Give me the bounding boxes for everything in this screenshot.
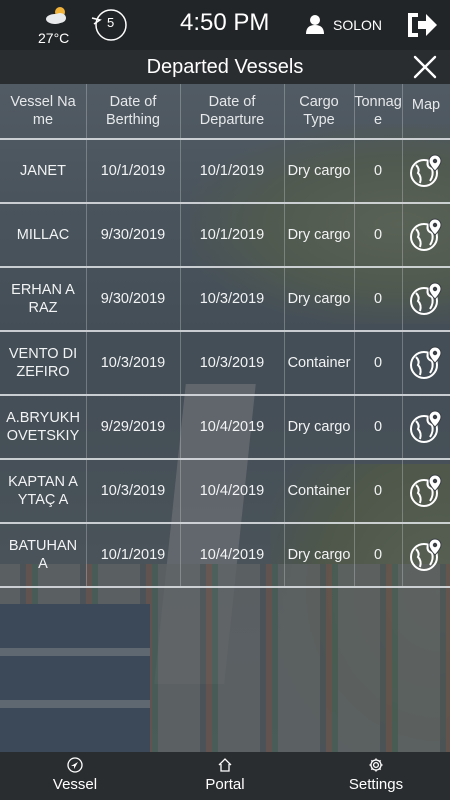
nav-settings[interactable]: Settings [321, 752, 431, 800]
cargo-type: Dry cargo [287, 227, 351, 243]
vessel-name: MILLAC [16, 227, 70, 243]
tonnage: 0 [373, 419, 383, 435]
vessel-name: A.BRYUKHOVETSKIY [6, 410, 80, 444]
map-button[interactable] [402, 524, 450, 586]
map-button[interactable] [402, 332, 450, 394]
table-row[interactable]: VENTO DI ZEFIRO 10/3/2019 10/3/2019 Contain… [0, 332, 450, 396]
title-bar: Departed Vessels [0, 50, 450, 84]
globe-pin-icon [410, 346, 442, 379]
berthing-date: 9/30/2019 [100, 227, 166, 243]
globe-pin-icon [410, 474, 442, 507]
vessel-name: ERHAN ARAZ [11, 282, 75, 316]
column-header-tonnage[interactable]: Tonnage [354, 84, 402, 138]
globe-pin-icon [410, 218, 442, 251]
table-row[interactable]: A.BRYUKHOVETSKIY 9/29/2019 10/4/2019 Dry ca… [0, 396, 450, 460]
nav-portal[interactable]: Portal [170, 752, 280, 800]
map-button[interactable] [402, 268, 450, 330]
departed-vessels-table: Vessel Name Date of Berthing Date of Dep… [0, 84, 450, 588]
tonnage: 0 [373, 355, 383, 371]
berthing-date: 9/29/2019 [100, 419, 166, 435]
bottom-navigation: Vessel Portal Settings [0, 752, 450, 800]
vessel-name: BATUHAN A [8, 538, 78, 572]
temperature: 27°C [38, 30, 70, 46]
table-row[interactable]: MILLAC 9/30/2019 10/1/2019 Dry cargo 0 [0, 204, 450, 268]
table-row[interactable]: JANET 10/1/2019 10/1/2019 Dry cargo 0 [0, 140, 450, 204]
gear-icon [369, 758, 383, 772]
departure-date: 10/3/2019 [199, 355, 265, 371]
table-header: Vessel Name Date of Berthing Date of Dep… [0, 84, 450, 140]
home-icon [218, 758, 232, 772]
vessel-name: VENTO DI ZEFIRO [8, 346, 78, 380]
username: SOLON [333, 17, 383, 33]
cargo-type: Container [287, 355, 351, 371]
cargo-type: Dry cargo [287, 163, 351, 179]
vessel-name: JANET [20, 163, 66, 179]
nav-vessel[interactable]: Vessel [20, 752, 130, 800]
column-header-map: Map [411, 97, 441, 113]
cargo-type: Dry cargo [287, 291, 351, 307]
departure-date: 10/1/2019 [199, 227, 265, 243]
cargo-type: Container [287, 483, 351, 499]
map-button[interactable] [402, 204, 450, 266]
status-bar: 27°C 5 4:50 PM SOLON [0, 0, 450, 50]
tonnage: 0 [373, 291, 383, 307]
berthing-date: 10/3/2019 [100, 483, 166, 499]
navigation-icon [67, 757, 83, 773]
map-button[interactable] [402, 460, 450, 522]
map-button[interactable] [402, 396, 450, 458]
globe-pin-icon [410, 154, 442, 187]
berthing-date: 9/30/2019 [100, 291, 166, 307]
column-header-departure[interactable]: Date of Departure [180, 84, 284, 138]
tonnage: 0 [373, 547, 383, 563]
berthing-date: 10/1/2019 [100, 547, 166, 563]
departure-date: 10/4/2019 [199, 547, 265, 563]
column-header-vessel[interactable]: Vessel Name [0, 84, 86, 138]
vessel-name: KAPTAN AYTAÇ A [8, 474, 78, 508]
close-icon[interactable] [412, 54, 438, 80]
tonnage: 0 [373, 227, 383, 243]
user-icon [306, 15, 324, 34]
wind-level: 5 [107, 15, 115, 30]
map-button[interactable] [402, 140, 450, 202]
table-row[interactable]: ERHAN ARAZ 9/30/2019 10/3/2019 Dry cargo 0 [0, 268, 450, 332]
logout-icon[interactable] [404, 9, 440, 41]
cargo-type: Dry cargo [287, 419, 351, 435]
departure-date: 10/3/2019 [199, 291, 265, 307]
table-row[interactable]: BATUHAN A 10/1/2019 10/4/2019 Dry cargo 0 [0, 524, 450, 588]
globe-pin-icon [410, 282, 442, 315]
tonnage: 0 [373, 163, 383, 179]
clock-time: 4:50 PM [180, 9, 270, 36]
table-row[interactable]: KAPTAN AYTAÇ A 10/3/2019 10/4/2019 Containe… [0, 460, 450, 524]
page-title: Departed Vessels [146, 56, 304, 78]
departure-date: 10/4/2019 [199, 483, 265, 499]
column-header-cargo[interactable]: Cargo Type [284, 84, 354, 138]
column-header-berthing[interactable]: Date of Berthing [86, 84, 180, 138]
cargo-type: Dry cargo [287, 547, 351, 563]
tonnage: 0 [373, 483, 383, 499]
nav-vessel-label: Vessel [52, 776, 98, 793]
berthing-date: 10/3/2019 [100, 355, 166, 371]
nav-settings-label: Settings [348, 776, 404, 793]
nav-portal-label: Portal [205, 776, 245, 793]
globe-pin-icon [410, 410, 442, 443]
globe-pin-icon [410, 538, 442, 571]
berthing-date: 10/1/2019 [100, 163, 166, 179]
departure-date: 10/1/2019 [199, 163, 265, 179]
departure-date: 10/4/2019 [199, 419, 265, 435]
sun-cloud-icon [46, 7, 66, 24]
